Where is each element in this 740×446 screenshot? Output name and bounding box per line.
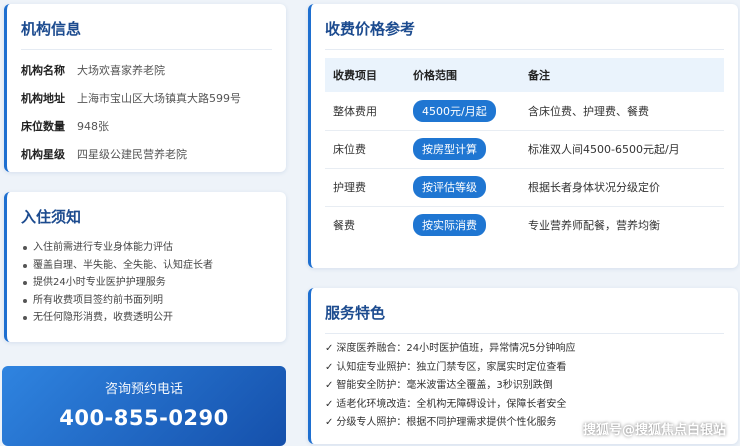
institution-info-title: 机构信息 — [21, 18, 272, 50]
table-row: 护理费 按评估等级 根据长者身体状况分级定价 — [325, 168, 724, 207]
table-row: 整体费用 4500元/月起 含床位费、护理费、餐费 — [325, 92, 724, 131]
fee-price-cell: 按评估等级 — [405, 168, 520, 207]
consult-phone-button[interactable]: 咨询预约电话 400-855-0290 — [2, 366, 286, 446]
fee-note: 根据长者身体状况分级定价 — [520, 168, 724, 207]
table-header-price: 价格范围 — [413, 69, 457, 82]
fees-table: 收费项目 价格范围 备注 整体费用 4500元/月起 含床位费、护理费、餐费 床… — [325, 58, 724, 244]
price-badge: 按实际消费 — [413, 214, 486, 237]
fee-note: 专业营养师配餐，营养均衡 — [528, 219, 660, 233]
fees-card: 收费价格参考 收费项目 价格范围 备注 整体费用 4500元/月起 含床位费、护… — [308, 4, 738, 268]
list-item: 所有收费项目签约前书面列明 — [21, 292, 272, 310]
check-icon: ✓ — [325, 380, 334, 391]
info-value: 大场欢喜家养老院 — [77, 64, 165, 77]
table-header-row: 收费项目 价格范围 备注 — [325, 58, 724, 92]
info-value: 948张 — [77, 120, 109, 133]
fee-item: 整体费用 — [325, 92, 405, 131]
service-text: 分级专人照护：根据不同护理需求提供个性化服务 — [336, 417, 557, 428]
list-item: ✓ 智能安全防护：毫米波雷达全覆盖，3秒识别跌倒 — [325, 377, 724, 396]
admission-notes-title: 入住须知 — [21, 208, 82, 226]
table-header-note: 备注 — [528, 69, 550, 82]
check-icon: ✓ — [325, 417, 334, 428]
consult-label: 咨询预约电话 — [104, 382, 183, 397]
info-label: 机构名称 — [21, 64, 65, 77]
fee-item: 护理费 — [325, 168, 405, 207]
list-item: ✓ 适老化环境改造：全机构无障碍设计，保障长者安全 — [325, 396, 724, 415]
table-header-item: 收费项目 — [333, 69, 377, 82]
services-title: 服务特色 — [325, 302, 724, 334]
price-badge: 4500元/月起 — [413, 99, 496, 122]
price-badge: 按评估等级 — [413, 176, 486, 198]
list-item: 入住前需进行专业身体能力评估 — [21, 239, 272, 257]
service-text: 深度医养融合：24小时医护值班，异常情况5分钟响应 — [336, 343, 576, 354]
list-item: ✓ 深度医养融合：24小时医护值班，异常情况5分钟响应 — [325, 340, 724, 359]
fee-item: 餐费 — [333, 219, 355, 233]
info-row-beds: 床位数量 948张 — [21, 118, 272, 134]
fee-note: 含床位费、护理费、餐费 — [520, 92, 724, 131]
info-label: 机构地址 — [21, 92, 65, 105]
service-text: 智能安全防护：毫米波雷达全覆盖，3秒识别跌倒 — [336, 380, 553, 391]
fee-item: 床位费 — [325, 130, 405, 169]
info-value: 上海市宝山区大场镇真大路599号 — [77, 92, 241, 105]
info-row-address: 机构地址 上海市宝山区大场镇真大路599号 — [21, 90, 272, 106]
service-text: 认知症专业照护：独立门禁专区，家属实时定位查看 — [336, 361, 567, 373]
admission-notes-card: 入住须知 入住前需进行专业身体能力评估 覆盖自理、半失能、全失能、认知症长者 提… — [4, 192, 286, 342]
info-row-rating: 机构星级 四星级公建民营养老院 — [21, 146, 272, 162]
check-icon: ✓ — [325, 343, 334, 354]
fee-price-cell: 按实际消费 — [405, 206, 520, 244]
list-item: 覆盖自理、半失能、全失能、认知症长者 — [21, 257, 272, 275]
price-badge: 按房型计算 — [413, 138, 486, 160]
list-item: 无任何隐形消费，收费透明公开 — [21, 309, 272, 327]
consult-phone-number[interactable]: 400-855-0290 — [2, 406, 286, 430]
info-label: 机构星级 — [21, 148, 65, 161]
admission-notes-list: 入住前需进行专业身体能力评估 覆盖自理、半失能、全失能、认知症长者 提供24小时… — [21, 239, 272, 327]
watermark: 搜狐号@搜狐焦点白银站 — [582, 423, 726, 438]
table-row: 床位费 按房型计算 标准双人间4500-6500元起/月 — [325, 130, 724, 169]
fee-price-cell: 4500元/月起 — [405, 92, 520, 131]
check-icon: ✓ — [325, 398, 334, 410]
fee-note: 标准双人间4500-6500元起/月 — [520, 130, 724, 169]
fee-price-cell: 按房型计算 — [405, 130, 520, 169]
list-item: ✓ 认知症专业照护：独立门禁专区，家属实时定位查看 — [325, 359, 724, 378]
institution-info-card: 机构信息 机构名称 大场欢喜家养老院 机构地址 上海市宝山区大场镇真大路599号… — [4, 4, 286, 172]
list-item: 提供24小时专业医护护理服务 — [21, 274, 272, 292]
fees-title: 收费价格参考 — [325, 18, 724, 50]
info-label: 床位数量 — [21, 120, 65, 133]
service-text: 适老化环境改造：全机构无障碍设计，保障长者安全 — [336, 398, 567, 410]
info-value: 四星级公建民营养老院 — [77, 148, 187, 161]
table-row: 餐费 按实际消费 专业营养师配餐，营养均衡 — [325, 206, 724, 244]
info-row-name: 机构名称 大场欢喜家养老院 — [21, 62, 272, 78]
check-icon: ✓ — [325, 361, 334, 373]
